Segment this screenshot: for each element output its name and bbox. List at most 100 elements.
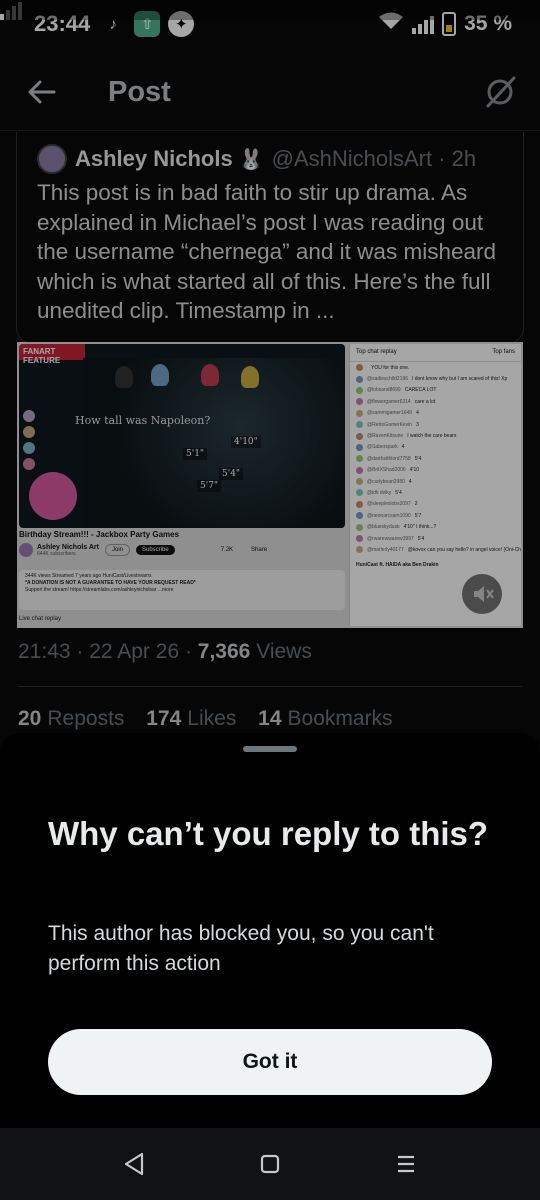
wifi-icon	[378, 11, 404, 37]
avatar	[23, 410, 35, 422]
nav-home-icon[interactable]	[256, 1150, 284, 1178]
post-page: 23:44 ♪ ⇧ ✦ 35 % Post Ashley Nichols 🐰 @…	[0, 0, 540, 760]
chat-top-fans: Top fans	[492, 349, 515, 355]
avatar	[356, 512, 363, 520]
avatar	[356, 443, 363, 451]
post-stats: 20 Reposts 174 Likes 14 Bookmarks	[18, 707, 393, 731]
avatar	[356, 421, 363, 429]
avatar[interactable]	[37, 144, 67, 174]
back-arrow-icon[interactable]	[26, 76, 58, 108]
avatar	[356, 409, 363, 417]
chat-user: @blueskydusk	[367, 524, 400, 531]
bunny-emoji: 🐰	[238, 148, 264, 171]
chat-message: @darthsithlord7758 5'4	[350, 453, 521, 464]
likes-count[interactable]: 174	[146, 707, 181, 730]
avatar	[356, 455, 363, 463]
stream-logo	[29, 472, 77, 520]
chat-message: @blueskydusk 4'10" I think...?	[350, 521, 521, 532]
avatar	[356, 546, 363, 554]
avatar	[23, 458, 35, 470]
chat-message: @idk dvlky 5'4	[350, 487, 521, 498]
chat-user: @Saberspark	[367, 444, 398, 451]
answer-label: 4'10"	[231, 436, 261, 448]
avatar	[356, 489, 363, 497]
bookmarks-label[interactable]: Bookmarks	[288, 707, 393, 730]
answer-label: 5'4"	[219, 468, 244, 480]
author-name: Ashley Nichols	[75, 146, 233, 171]
chat-message: YOU for this one.	[350, 362, 521, 373]
chat-text: @kovox can you say hello? in angel voice…	[407, 546, 521, 553]
subscribe-button: Subscribe	[136, 545, 175, 555]
chat-text: I dont know why but I am scared of this!…	[411, 376, 508, 383]
share-label: Share	[251, 547, 268, 553]
nav-recents-icon[interactable]	[392, 1150, 420, 1178]
game-character	[201, 364, 219, 386]
chat-text: 4'10" I think...?	[403, 524, 437, 531]
reposts-count[interactable]: 20	[18, 707, 41, 730]
game-character	[241, 366, 259, 388]
desc-line: 344K views Streamed 7 years ago HuniCast…	[25, 573, 152, 579]
views-label: Views	[250, 640, 312, 663]
video-description: 344K views Streamed 7 years ago HuniCast…	[19, 570, 345, 610]
chat-user: @flowergamer6314	[367, 398, 411, 405]
page-title: Post	[108, 76, 171, 108]
chat-message: @Saberspark 4	[350, 442, 521, 453]
live-chat-replay-label: Live chat replay	[19, 616, 62, 622]
chat-message: @RetroGamerKevin 3	[350, 419, 521, 430]
chat-text: 5'4	[395, 489, 402, 496]
chat-user: @BritXShad2006	[367, 467, 406, 474]
video-question: How tall was Napoleon?	[75, 414, 211, 427]
grok-icon[interactable]	[482, 74, 518, 110]
chat-text: 5'4	[414, 455, 422, 462]
blocked-reply-sheet: Why can’t you reply to this? This author…	[0, 733, 540, 1128]
chat-user: @idk dvlky	[367, 489, 392, 496]
chat-message: @neonarcsam1090 5'7	[350, 510, 521, 521]
battery-percent: 35 %	[464, 12, 512, 35]
like-count: 7.2K	[220, 547, 234, 553]
reposts-label[interactable]: Reposts	[47, 707, 124, 730]
quoted-post-text: This post is in bad faith to stir up dra…	[37, 180, 496, 323]
avatar	[356, 500, 363, 508]
avatar	[356, 523, 363, 531]
chat-message: @marlerly40177 @kovox can you say hello? …	[350, 544, 521, 555]
sheet-drag-handle[interactable]	[243, 746, 297, 752]
avatar	[19, 543, 33, 557]
divider	[18, 686, 522, 687]
status-bar: 23:44 ♪ ⇧ ✦ 35 %	[0, 0, 540, 48]
tiktok-icon: ♪	[109, 15, 118, 33]
chat-user: @rwarewwarew3997	[367, 535, 414, 542]
chat-user: @neonarcsam1090	[367, 512, 411, 519]
nav-back-icon[interactable]	[120, 1150, 148, 1178]
chat-message: @sammigamer1649 4	[350, 408, 521, 419]
bookmarks-count[interactable]: 14	[258, 707, 281, 730]
chat-message: @flowergamer6314 care a lot	[350, 396, 521, 407]
status-time: 23:44	[34, 11, 91, 36]
avatar	[356, 478, 363, 486]
chat-message: @sleepleslobs2097 2	[350, 499, 521, 510]
chat-text: care a lot	[414, 398, 436, 405]
chat-text: 4'10	[409, 467, 420, 474]
join-button: Join	[104, 544, 130, 556]
got-it-button[interactable]: Got it	[48, 1029, 492, 1095]
channel-name: Ashley Nichols Art	[37, 543, 99, 551]
battery-icon	[442, 12, 457, 36]
avatar	[356, 432, 363, 440]
chat-user: @sadieschild2196	[367, 376, 408, 383]
likes-label[interactable]: Likes	[187, 707, 236, 730]
chat-text: 5'4	[417, 535, 425, 542]
chat-text: 5'7	[414, 512, 422, 519]
quoted-post-header: Ashley Nichols 🐰 @AshNicholsArt · 2h	[37, 144, 513, 174]
quoted-post[interactable]: Ashley Nichols 🐰 @AshNicholsArt · 2h Thi…	[16, 132, 524, 344]
sheet-title: Why can’t you reply to this?	[48, 815, 489, 852]
game-character	[115, 366, 133, 388]
answer-label: 5'1"	[183, 448, 208, 460]
channel-subs: 644K subscribers	[37, 550, 76, 557]
chat-user: @marlerly40177	[367, 546, 404, 553]
mute-icon[interactable]	[462, 574, 502, 614]
chat-user: @darthsithlord7758	[367, 455, 411, 462]
chat-user: @RetroGamerKevin	[367, 421, 413, 428]
views-count: 7,366	[197, 640, 251, 663]
post-media-image[interactable]: FANART FEATURE How tall was Napoleon? 4'…	[17, 342, 523, 628]
sheet-body: This author has blocked you, so you can'…	[48, 922, 434, 975]
video-title: Birthday Stream!!! - Jackbox Party Games	[19, 530, 180, 539]
